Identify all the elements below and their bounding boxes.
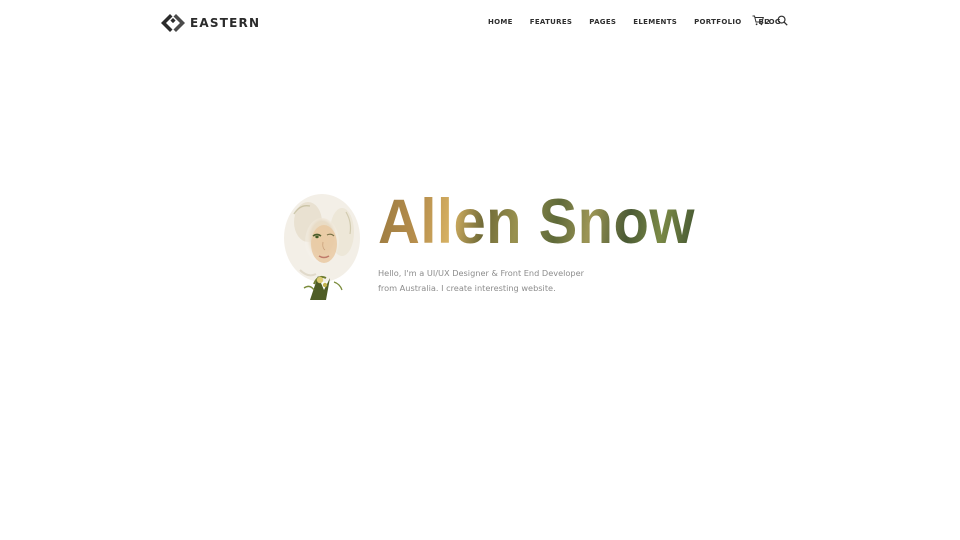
- hero-bio-line-2: from Australia. I create interesting web…: [378, 283, 556, 293]
- hero-name-heading: Allen Snow: [378, 187, 695, 257]
- nav-item-home[interactable]: HOME: [488, 17, 513, 27]
- page: EASTERN HOME FEATURES PAGES ELEMENTS POR…: [0, 0, 960, 540]
- nav-item-features[interactable]: FEATURES: [530, 17, 573, 27]
- cart-count-badge: 2: [765, 18, 770, 26]
- cart-button[interactable]: 2: [752, 15, 770, 26]
- search-icon: [777, 15, 788, 26]
- double-exposure-portrait-image: [284, 194, 360, 300]
- hero-section: Allen Snow Hello, I'm a UI/UX Designer &…: [280, 187, 700, 310]
- brand-name: EASTERN: [190, 16, 261, 30]
- nav-item-portfolio[interactable]: PORTFOLIO: [694, 17, 741, 27]
- portrait-image: [280, 192, 362, 304]
- hero-bio-text: Hello, I'm a UI/UX Designer & Front End …: [378, 266, 618, 296]
- eastern-logo-icon: [161, 14, 185, 32]
- nav-item-elements[interactable]: ELEMENTS: [633, 17, 677, 27]
- hero-bio-line-1: Hello, I'm a UI/UX Designer & Front End …: [378, 268, 585, 278]
- search-button[interactable]: [777, 15, 788, 26]
- main-nav: HOME FEATURES PAGES ELEMENTS PORTFOLIO B…: [488, 17, 781, 27]
- site-header: EASTERN HOME FEATURES PAGES ELEMENTS POR…: [0, 0, 960, 46]
- logo-link[interactable]: EASTERN: [160, 13, 260, 33]
- cart-icon: [752, 15, 764, 26]
- nav-item-pages[interactable]: PAGES: [589, 17, 616, 27]
